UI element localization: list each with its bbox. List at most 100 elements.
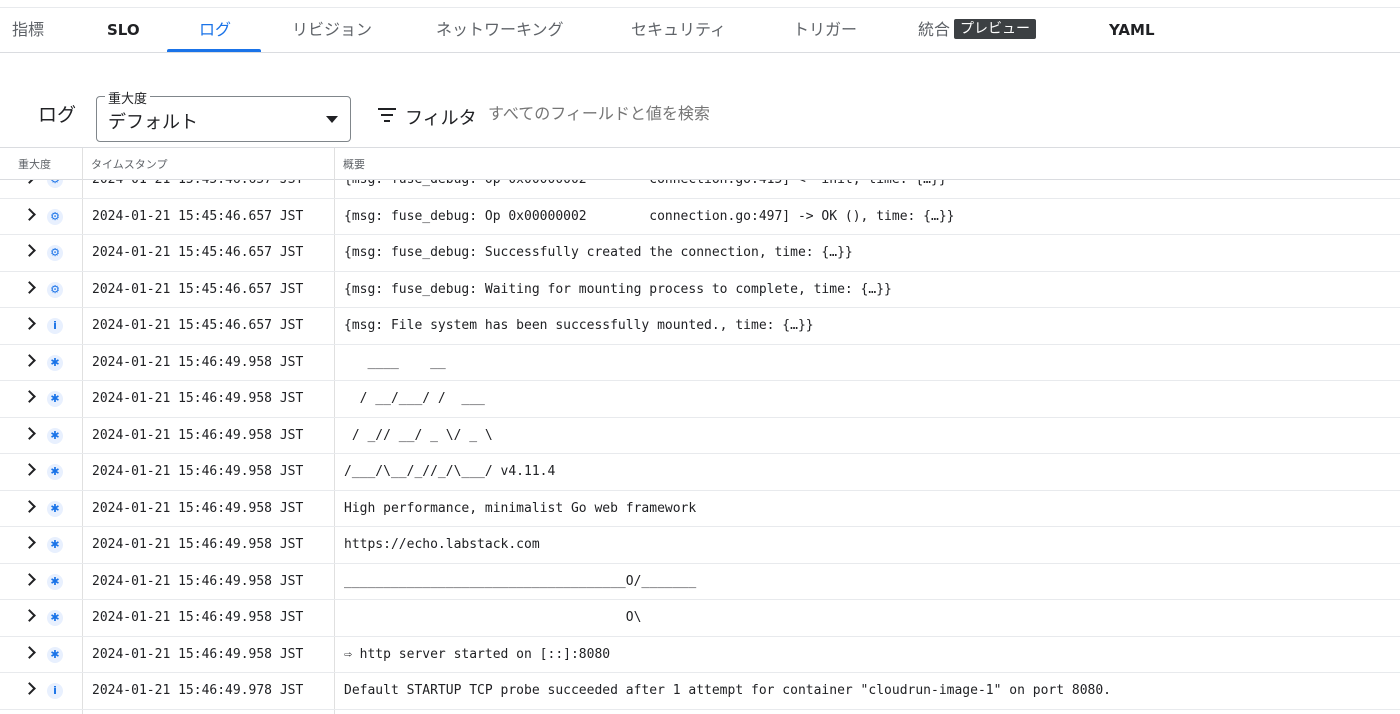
log-summary: ____ __ <box>344 354 446 370</box>
table-row[interactable]: ✱ 2024-01-21 15:46:49.958 JST /___/\__/_//… <box>0 454 1400 491</box>
severity-select-value: デフォルト <box>108 112 198 133</box>
log-timestamp: 2024-01-21 15:46:49.958 JST <box>92 573 304 589</box>
table-row[interactable]: i 2024-01-21 15:46:49.978 JST Default STAR… <box>0 673 1400 710</box>
log-summary: / _// __/ _ \/ _ \ <box>344 427 493 443</box>
table-row[interactable]: ✱ 2024-01-21 15:46:49.958 JST ____________… <box>0 564 1400 600</box>
default-severity-icon: ✱ <box>47 537 63 553</box>
log-summary: High performance, minimalist Go web fram… <box>344 500 697 516</box>
logs-title: ログ <box>38 104 77 126</box>
table-row[interactable]: ⚙ 2024-01-21 15:45:46.657 JST {msg: fuse_d… <box>0 235 1400 272</box>
tab-slo[interactable]: SLO <box>107 8 140 53</box>
table-row[interactable]: ⚙ 2024-01-21 15:45:46.657 JST {msg: fuse_d… <box>0 199 1400 235</box>
log-summary: {msg: fuse_debug: Op 0x00000002 connecti… <box>344 180 947 187</box>
table-row[interactable]: ✱ 2024-01-21 15:46:49.958 JST O\ <box>0 600 1400 637</box>
table-row[interactable]: ⚙ 2024-01-21 15:45:46.657 JST {msg: fuse_d… <box>0 272 1400 308</box>
table-header: 重大度 タイムスタンプ 概要 <box>0 147 1400 180</box>
filter-search-input[interactable] <box>488 104 988 123</box>
tab-yaml[interactable]: YAML <box>1109 8 1155 53</box>
tab-triggers[interactable]: トリガー <box>793 8 857 53</box>
tab-revisions[interactable]: リビジョン <box>292 8 372 53</box>
expand-chevron-icon[interactable] <box>23 390 36 403</box>
expand-chevron-icon[interactable] <box>23 280 36 294</box>
debug-severity-icon: ⚙ <box>47 208 63 225</box>
tab-bar: 指標 SLO ログ リビジョン ネットワーキング セキュリティ トリガー 統合プ… <box>0 7 1400 53</box>
log-timestamp: 2024-01-21 15:46:49.958 JST <box>92 610 304 625</box>
expand-chevron-icon[interactable] <box>23 499 36 513</box>
active-tab-indicator <box>167 49 261 52</box>
header-timestamp[interactable]: タイムスタンプ <box>91 156 167 172</box>
log-summary: ⇨ http server started on [::]:8080 <box>344 646 611 662</box>
log-timestamp: 2024-01-21 15:45:46.657 JST <box>92 180 303 187</box>
expand-chevron-icon[interactable] <box>23 645 36 659</box>
log-timestamp: 2024-01-21 15:46:49.958 JST <box>92 427 304 443</box>
log-summary: https://echo.labstack.com <box>344 537 540 552</box>
info-severity-icon: i <box>47 318 63 334</box>
expand-chevron-icon[interactable] <box>23 244 36 257</box>
debug-severity-icon: ⚙ <box>47 281 63 298</box>
log-summary: {msg: fuse_debug: Successfully created t… <box>344 245 853 260</box>
expand-chevron-icon[interactable] <box>23 426 36 440</box>
default-severity-icon: ✱ <box>47 391 63 407</box>
log-timestamp: 2024-01-21 15:46:49.958 JST <box>92 537 304 552</box>
severity-select[interactable]: 重大度 デフォルト <box>96 88 351 142</box>
tab-security[interactable]: セキュリティ <box>631 8 726 53</box>
log-timestamp: 2024-01-21 15:46:49.958 JST <box>92 354 304 370</box>
table-row[interactable]: i 2024-01-21 15:45:46.657 JST {msg: File s… <box>0 308 1400 345</box>
log-summary: O\ <box>344 610 642 625</box>
tab-integrations-label: 統合 <box>918 20 951 39</box>
header-summary[interactable]: 概要 <box>343 156 365 172</box>
table-row[interactable]: ⚙ 2024-01-21 15:45:46.657 JST {msg: fuse_d… <box>0 180 1400 199</box>
expand-chevron-icon[interactable] <box>23 207 36 221</box>
debug-severity-icon: ⚙ <box>47 245 63 261</box>
log-timestamp: 2024-01-21 15:45:46.657 JST <box>92 208 304 224</box>
log-summary: {msg: fuse_debug: Waiting for mounting p… <box>344 281 892 297</box>
table-row[interactable]: ✱ 2024-01-21 15:46:49.958 JST ⇨ http serve… <box>0 637 1400 673</box>
tab-metrics[interactable]: 指標 <box>12 8 44 53</box>
filter-icon[interactable] <box>378 108 396 122</box>
default-severity-icon: ✱ <box>47 610 63 626</box>
log-timestamp: 2024-01-21 15:45:46.657 JST <box>92 318 304 333</box>
tab-integrations[interactable]: 統合 プレビュー <box>918 8 1037 53</box>
table-row[interactable]: ✱ 2024-01-21 15:46:49.958 JST / __/___/ /… <box>0 381 1400 418</box>
expand-chevron-icon[interactable] <box>23 353 36 367</box>
dropdown-arrow-icon <box>326 116 338 123</box>
debug-severity-icon: ⚙ <box>47 180 63 188</box>
table-row[interactable]: ✱ 2024-01-21 15:46:49.958 JST / _// __/ _… <box>0 418 1400 454</box>
expand-chevron-icon[interactable] <box>23 682 36 695</box>
default-severity-icon: ✱ <box>47 354 63 371</box>
default-severity-icon: ✱ <box>47 464 63 480</box>
log-table-body: ⚙ 2024-01-21 15:45:46.657 JST {msg: fuse_d… <box>0 180 1400 714</box>
log-timestamp: 2024-01-21 15:46:49.958 JST <box>92 391 304 406</box>
log-timestamp: 2024-01-21 15:45:46.657 JST <box>92 245 304 260</box>
table-row[interactable]: ✱ 2024-01-21 15:46:49.958 JST https://echo… <box>0 527 1400 564</box>
info-severity-icon: i <box>47 683 63 699</box>
default-severity-icon: ✱ <box>47 646 63 663</box>
filter-label[interactable]: フィルタ <box>405 104 477 130</box>
log-summary: {msg: fuse_debug: Op 0x00000002 connecti… <box>344 208 955 224</box>
expand-chevron-icon[interactable] <box>23 180 36 184</box>
log-timestamp: 2024-01-21 15:46:49.958 JST <box>92 500 304 516</box>
log-summary: ____________________________________O/__… <box>344 573 697 589</box>
log-summary: / __/___/ / ___ <box>344 391 485 406</box>
default-severity-icon: ✱ <box>47 427 63 444</box>
log-timestamp: 2024-01-21 15:46:49.958 JST <box>92 464 304 479</box>
log-summary: /___/\__/_//_/\___/ v4.11.4 <box>344 464 556 479</box>
header-severity[interactable]: 重大度 <box>18 156 51 172</box>
tab-logs[interactable]: ログ <box>199 8 231 53</box>
severity-select-label: 重大度 <box>105 88 151 107</box>
table-row[interactable]: ✱ 2024-01-21 15:46:49.958 JST ____ __ <box>0 345 1400 381</box>
expand-chevron-icon[interactable] <box>23 609 36 622</box>
expand-chevron-icon[interactable] <box>23 463 36 476</box>
expand-chevron-icon[interactable] <box>23 572 36 586</box>
log-summary: Default STARTUP TCP probe succeeded afte… <box>344 683 1112 698</box>
expand-chevron-icon[interactable] <box>23 536 36 549</box>
expand-chevron-icon[interactable] <box>23 317 36 330</box>
tab-networking[interactable]: ネットワーキング <box>436 8 564 53</box>
log-timestamp: 2024-01-21 15:46:49.978 JST <box>92 683 304 698</box>
default-severity-icon: ✱ <box>47 500 63 517</box>
preview-badge: プレビュー <box>954 18 1037 39</box>
default-severity-icon: ✱ <box>47 573 63 590</box>
log-summary: {msg: File system has been successfully … <box>344 318 814 333</box>
table-row[interactable]: ✱ 2024-01-21 15:46:49.958 JST High perform… <box>0 491 1400 527</box>
log-timestamp: 2024-01-21 15:45:46.657 JST <box>92 281 304 297</box>
